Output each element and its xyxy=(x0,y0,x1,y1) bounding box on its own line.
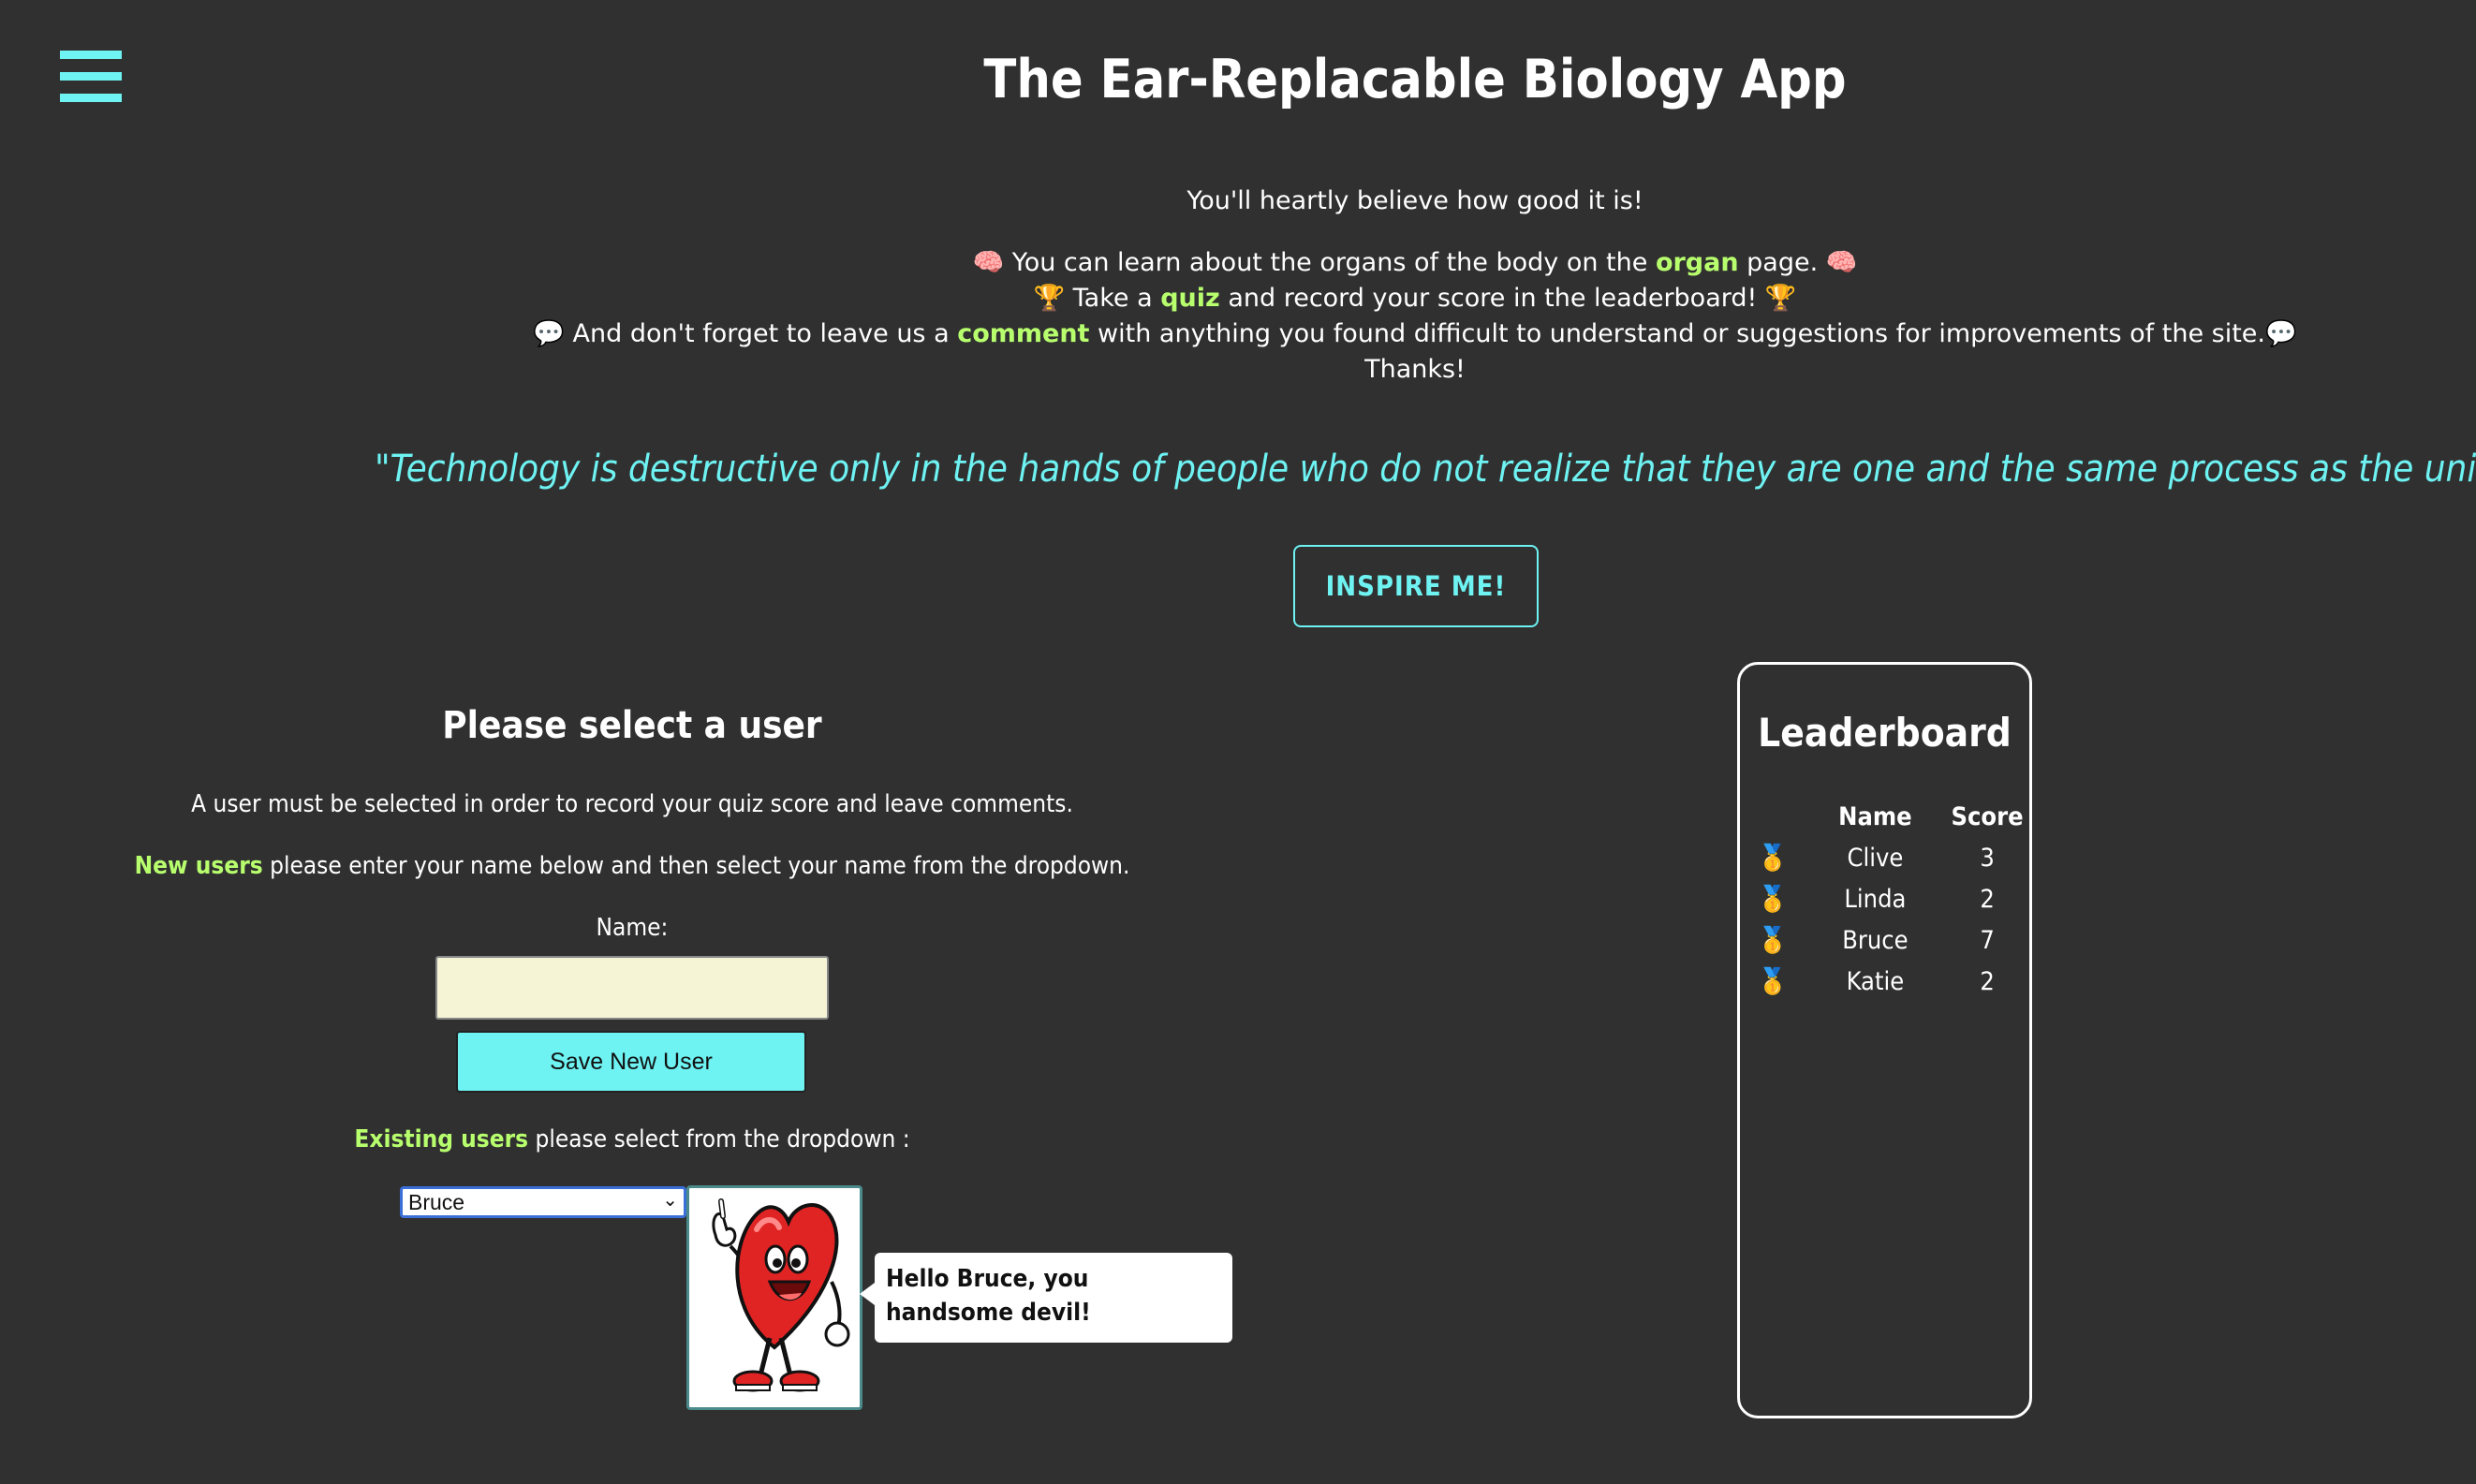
score-column-header: Score xyxy=(1951,801,2024,831)
player-name: Linda xyxy=(1844,884,1907,914)
medal-column-header xyxy=(1740,796,1805,837)
player-name: Clive xyxy=(1847,843,1904,873)
leaderboard-panel: Leaderboard Name Score 🥇 Clive 3 🥇 Linda… xyxy=(1737,662,2032,1418)
chevron-down-icon: ⌄ xyxy=(662,1190,678,1211)
heart-mascot-image xyxy=(686,1185,862,1410)
intro-line-comment: 💬 And don't forget to leave us a comment… xyxy=(0,316,2476,352)
thanks-text: Thanks! xyxy=(1364,355,1466,384)
new-users-instructions: New users please enter your name below a… xyxy=(0,852,1264,880)
intro-line-quiz: 🏆 Take a quiz and record your score in t… xyxy=(0,281,2476,316)
inspire-me-button[interactable]: INSPIRE ME! xyxy=(1293,545,1539,627)
heart-mascot-icon xyxy=(712,1198,850,1392)
existing-users-instructions: Existing users please select from the dr… xyxy=(0,1125,1264,1153)
medal-icon: 🥇 xyxy=(1757,844,1789,873)
name-column-header: Name xyxy=(1838,801,1912,831)
select-user-info: A user must be selected in order to reco… xyxy=(191,790,1073,818)
leaderboard-header-row: Name Score xyxy=(1740,796,2029,837)
intro-line-organ: 🧠 You can learn about the organs of the … xyxy=(0,245,2476,281)
table-row: 🥇 Bruce 7 xyxy=(1740,919,2029,961)
new-users-text: please enter your name below and then se… xyxy=(262,852,1130,880)
intro-text: and record your score in the leaderboard… xyxy=(1219,284,1797,313)
tagline: You'll heartly believe how good it is! xyxy=(1186,186,1643,215)
name-input[interactable] xyxy=(435,956,829,1020)
table-row: 🥇 Katie 2 xyxy=(1740,961,2029,1002)
intro-text: 🏆 Take a xyxy=(1033,284,1161,313)
player-score: 2 xyxy=(1980,884,1995,914)
intro-text: 🧠 You can learn about the organs of the … xyxy=(972,248,1656,277)
name-label: Name: xyxy=(596,914,669,942)
quiz-link[interactable]: quiz xyxy=(1160,284,1220,313)
existing-users-label: Existing users xyxy=(354,1125,529,1153)
intro-text: with anything you found difficult to und… xyxy=(1089,319,2297,348)
leaderboard-table: Name Score 🥇 Clive 3 🥇 Linda 2 🥇 Bruce 7… xyxy=(1740,796,2029,1002)
table-row: 🥇 Clive 3 xyxy=(1740,837,2029,878)
player-score: 7 xyxy=(1980,925,1995,955)
medal-icon: 🥇 xyxy=(1757,885,1789,914)
user-dropdown[interactable]: Bruce ⌄ xyxy=(400,1186,686,1218)
save-new-user-button[interactable]: Save New User xyxy=(456,1031,806,1093)
existing-users-text: please select from the dropdown : xyxy=(528,1125,910,1153)
medal-icon: 🥇 xyxy=(1757,926,1789,955)
select-user-heading: Please select a user xyxy=(442,704,822,747)
player-name: Katie xyxy=(1846,966,1905,996)
organ-link[interactable]: organ xyxy=(1656,248,1739,277)
inspirational-quote: "Technology is destructive only in the h… xyxy=(375,448,2476,491)
medal-icon: 🥇 xyxy=(1757,967,1789,996)
intro-text: 💬 And don't forget to leave us a xyxy=(533,319,958,348)
intro-text: page. 🧠 xyxy=(1738,248,1858,277)
player-score: 2 xyxy=(1980,966,1995,996)
new-users-label: New users xyxy=(134,852,263,880)
page-title: The Ear-Replacable Biology App xyxy=(983,49,1847,110)
leaderboard-title: Leaderboard xyxy=(1758,710,2012,756)
table-row: 🥇 Linda 2 xyxy=(1740,878,2029,919)
selected-user-value: Bruce xyxy=(408,1190,465,1214)
comment-link[interactable]: comment xyxy=(957,319,1089,348)
player-score: 3 xyxy=(1980,843,1995,873)
greeting-speech-bubble: Hello Bruce, you handsome devil! xyxy=(860,1253,1232,1343)
player-name: Bruce xyxy=(1842,925,1909,955)
